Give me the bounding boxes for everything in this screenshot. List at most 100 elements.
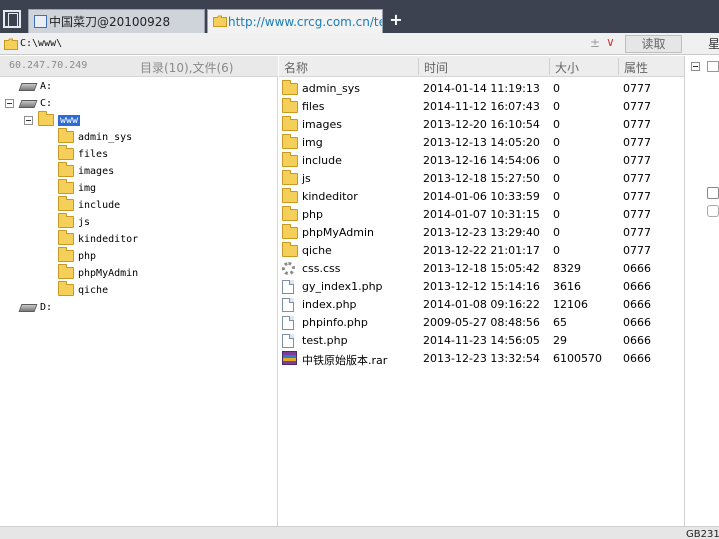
tree-folder-js[interactable]: js: [58, 213, 90, 230]
column-divider[interactable]: [618, 58, 619, 75]
file-perm: 0777: [623, 100, 651, 113]
column-header-name[interactable]: 名称: [284, 59, 308, 76]
file-name: admin_sys: [302, 82, 360, 95]
tree-folder-files[interactable]: files: [58, 145, 108, 162]
file-perm: 0666: [623, 316, 651, 329]
file-perm: 0777: [623, 244, 651, 257]
file-size: 3616: [553, 280, 581, 293]
tree-folder-qiche[interactable]: qiche: [58, 281, 109, 298]
file-time: 2013-12-18 15:05:42: [423, 262, 540, 275]
status-bar: GB231: [0, 526, 719, 539]
tree-folder-phpmyadmin[interactable]: phpMyAdmin: [58, 264, 138, 281]
file-name: test.php: [302, 334, 348, 347]
file-time: 2009-05-27 08:48:56: [423, 316, 540, 329]
path-input[interactable]: [20, 36, 620, 52]
column-divider[interactable]: [549, 58, 550, 75]
tree-label: images: [78, 165, 115, 177]
tree-folder-images[interactable]: images: [58, 162, 115, 179]
folder-icon: [282, 116, 298, 131]
file-perm: 0777: [623, 208, 651, 221]
folder-icon: [58, 247, 74, 262]
left-pane-header: 60.247.70.249 目录(10),文件(6): [0, 56, 278, 77]
tree-folder-kindeditor[interactable]: kindeditor: [58, 230, 138, 247]
tree-folder-www[interactable]: www: [38, 111, 81, 128]
sort-icon[interactable]: ±: [590, 36, 600, 50]
file-row[interactable]: qiche 2013-12-22 21:01:17 0 0777: [279, 242, 684, 260]
file-row[interactable]: test.php 2014-11-23 14:56:05 29 0666: [279, 332, 684, 350]
new-tab-plus-icon[interactable]: +: [387, 11, 405, 29]
file-name: 中铁原始版本.rar: [302, 354, 388, 367]
file-perm: 0666: [623, 352, 651, 365]
tab-url[interactable]: http://www.crcg.com.cn/test....: [207, 9, 383, 33]
drive-icon: [18, 83, 38, 91]
tab-bar: 中国菜刀@20100928 http://www.crcg.com.cn/tes…: [0, 0, 719, 33]
file-size: 0: [553, 172, 560, 185]
tree-label: admin_sys: [78, 131, 133, 143]
file-row[interactable]: php 2014-01-07 10:31:15 0 0777: [279, 206, 684, 224]
tree-folder-img[interactable]: img: [58, 179, 96, 196]
folder-icon: [58, 196, 74, 211]
tree-drive-a[interactable]: A:: [18, 78, 52, 94]
file-size: 0: [553, 154, 560, 167]
css-file-icon: [282, 262, 295, 275]
file-name: phpMyAdmin: [302, 226, 374, 239]
file-row[interactable]: 中铁原始版本.rar 2013-12-23 13:32:54 6100570 0666: [279, 350, 684, 368]
folder-icon: [58, 179, 74, 194]
tool-icon[interactable]: [707, 187, 719, 199]
tab-caidao[interactable]: 中国菜刀@20100928: [28, 9, 205, 33]
file-size: 0: [553, 226, 560, 239]
tree-label: qiche: [78, 284, 109, 296]
file-row[interactable]: kindeditor 2014-01-06 10:33:59 0 0777: [279, 188, 684, 206]
column-header-time[interactable]: 时间: [424, 59, 448, 76]
file-time: 2014-01-08 09:16:22: [423, 298, 540, 311]
collapse-icon[interactable]: [691, 62, 700, 71]
file-size: 12106: [553, 298, 588, 311]
tree-label: D:: [40, 301, 53, 313]
address-bar: ± ∨ 读取 星: [0, 33, 719, 55]
tree-folder-php[interactable]: php: [58, 247, 96, 264]
php-file-icon: [282, 316, 294, 330]
tree-folder-admin_sys[interactable]: admin_sys: [58, 128, 133, 145]
file-row[interactable]: js 2013-12-18 15:27:50 0 0777: [279, 170, 684, 188]
column-header-perm[interactable]: 属性: [624, 59, 648, 76]
file-row[interactable]: img 2013-12-13 14:05:20 0 0777: [279, 134, 684, 152]
file-row[interactable]: files 2014-11-12 16:07:43 0 0777: [279, 98, 684, 116]
file-time: 2013-12-13 14:05:20: [423, 136, 540, 149]
column-divider[interactable]: [418, 58, 419, 75]
file-row[interactable]: gy_index1.php 2013-12-12 15:14:16 3616 0666: [279, 278, 684, 296]
file-time: 2013-12-23 13:29:40: [423, 226, 540, 239]
file-row[interactable]: index.php 2014-01-08 09:16:22 12106 0666: [279, 296, 684, 314]
tab-label: 中国菜刀@20100928: [49, 15, 171, 29]
collapse-icon[interactable]: [5, 99, 14, 108]
folder-icon: [282, 80, 298, 95]
php-file-icon: [282, 280, 294, 294]
folder-icon: [58, 128, 74, 143]
file-row[interactable]: phpinfo.php 2009-05-27 08:48:56 65 0666: [279, 314, 684, 332]
tree-drive-c[interactable]: C:: [18, 95, 52, 111]
file-name: css.css: [302, 262, 341, 275]
folder-icon: [282, 134, 298, 149]
window-switch-icon[interactable]: [3, 10, 21, 28]
file-row[interactable]: css.css 2013-12-18 15:05:42 8329 0666: [279, 260, 684, 278]
folder-icon: [213, 15, 227, 28]
file-row[interactable]: include 2013-12-16 14:54:06 0 0777: [279, 152, 684, 170]
tree-drive-d[interactable]: D:: [18, 299, 53, 315]
collapse-icon[interactable]: [24, 116, 33, 125]
file-time: 2014-01-06 10:33:59: [423, 190, 540, 203]
folder-icon: [282, 242, 298, 257]
folder-icon: [58, 264, 74, 279]
encoding-label[interactable]: GB231: [686, 529, 719, 539]
column-header-size[interactable]: 大小: [555, 59, 579, 76]
star-button[interactable]: 星: [708, 35, 719, 52]
tree-label: www: [58, 114, 81, 126]
file-row[interactable]: phpMyAdmin 2013-12-23 13:29:40 0 0777: [279, 224, 684, 242]
read-button[interactable]: 读取: [625, 35, 682, 53]
file-size: 0: [553, 82, 560, 95]
tool-icon[interactable]: [707, 205, 719, 217]
file-row[interactable]: admin_sys 2014-01-14 11:19:13 0 0777: [279, 80, 684, 98]
tree-folder-include[interactable]: include: [58, 196, 120, 213]
file-row[interactable]: images 2013-12-20 16:10:54 0 0777: [279, 116, 684, 134]
file-name: php: [302, 208, 323, 221]
file-name: gy_index1.php: [302, 280, 383, 293]
chevron-down-icon[interactable]: ∨: [606, 35, 615, 49]
